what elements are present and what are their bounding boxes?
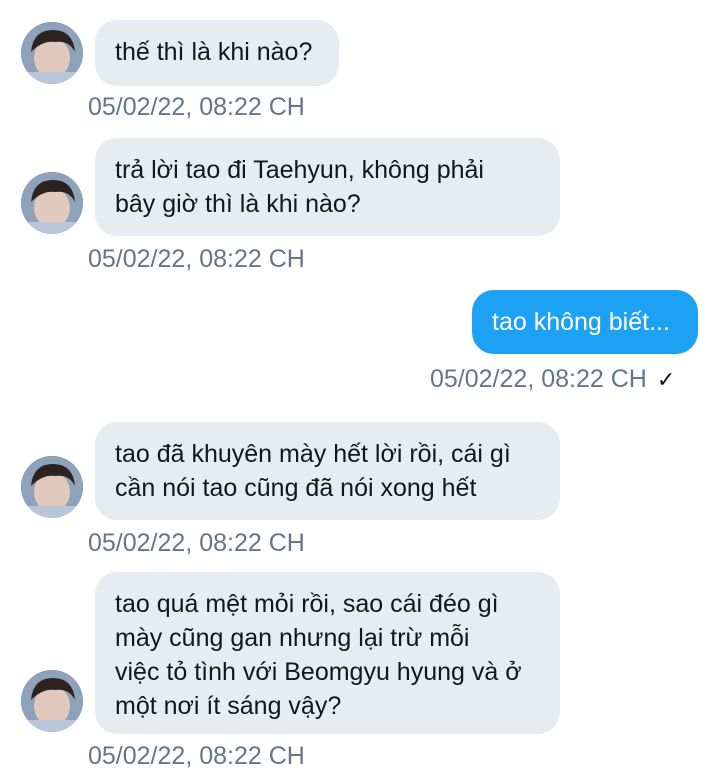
- avatar-photo: [21, 172, 83, 234]
- message-text: bây giờ thì là khi nào?: [115, 190, 361, 218]
- avatar-photo: [21, 456, 83, 518]
- message-bubble-sent[interactable]: tao không biết...: [472, 290, 698, 354]
- message-timestamp: 05/02/22, 08:22 CH: [88, 245, 305, 273]
- message-text: một nơi ít sáng vậy?: [115, 692, 342, 720]
- message-text: cần nói tao cũng đã nói xong hết: [115, 474, 477, 502]
- message-timestamp: 05/02/22, 08:22 CH ✓: [430, 364, 675, 395]
- contact-avatar[interactable]: [21, 456, 83, 518]
- message-timestamp: 05/02/22, 08:22 CH: [88, 529, 305, 557]
- message-timestamp: 05/02/22, 08:22 CH: [88, 742, 305, 770]
- message-bubble-received[interactable]: tao quá mệt mỏi rồi, sao cái đéo gì mày …: [95, 572, 560, 734]
- message-bubble-received[interactable]: thế thì là khi nào?: [95, 20, 339, 86]
- timestamp-text: 05/02/22, 08:22 CH: [430, 365, 647, 393]
- contact-avatar[interactable]: [21, 172, 83, 234]
- message-bubble-received[interactable]: tao đã khuyên mày hết lời rồi, cái gì cầ…: [95, 422, 560, 520]
- avatar-photo: [21, 22, 83, 84]
- message-text: tao không biết...: [492, 308, 670, 336]
- message-text: việc tỏ tình với Beomgyu hyung và ở: [115, 658, 522, 686]
- message-bubble-received[interactable]: trả lời tao đi Taehyun, không phải bây g…: [95, 138, 560, 236]
- message-text: trả lời tao đi Taehyun, không phải: [115, 156, 484, 184]
- message-text: tao quá mệt mỏi rồi, sao cái đéo gì: [115, 590, 499, 618]
- avatar-photo: [21, 670, 83, 732]
- message-text: thế thì là khi nào?: [115, 38, 313, 66]
- message-timestamp: 05/02/22, 08:22 CH: [88, 93, 305, 121]
- contact-avatar[interactable]: [21, 22, 83, 84]
- checkmark-icon: ✓: [656, 367, 676, 392]
- message-text: tao đã khuyên mày hết lời rồi, cái gì: [115, 440, 511, 468]
- contact-avatar[interactable]: [21, 670, 83, 732]
- message-text: mày cũng gan nhưng lại trừ mỗi: [115, 624, 470, 652]
